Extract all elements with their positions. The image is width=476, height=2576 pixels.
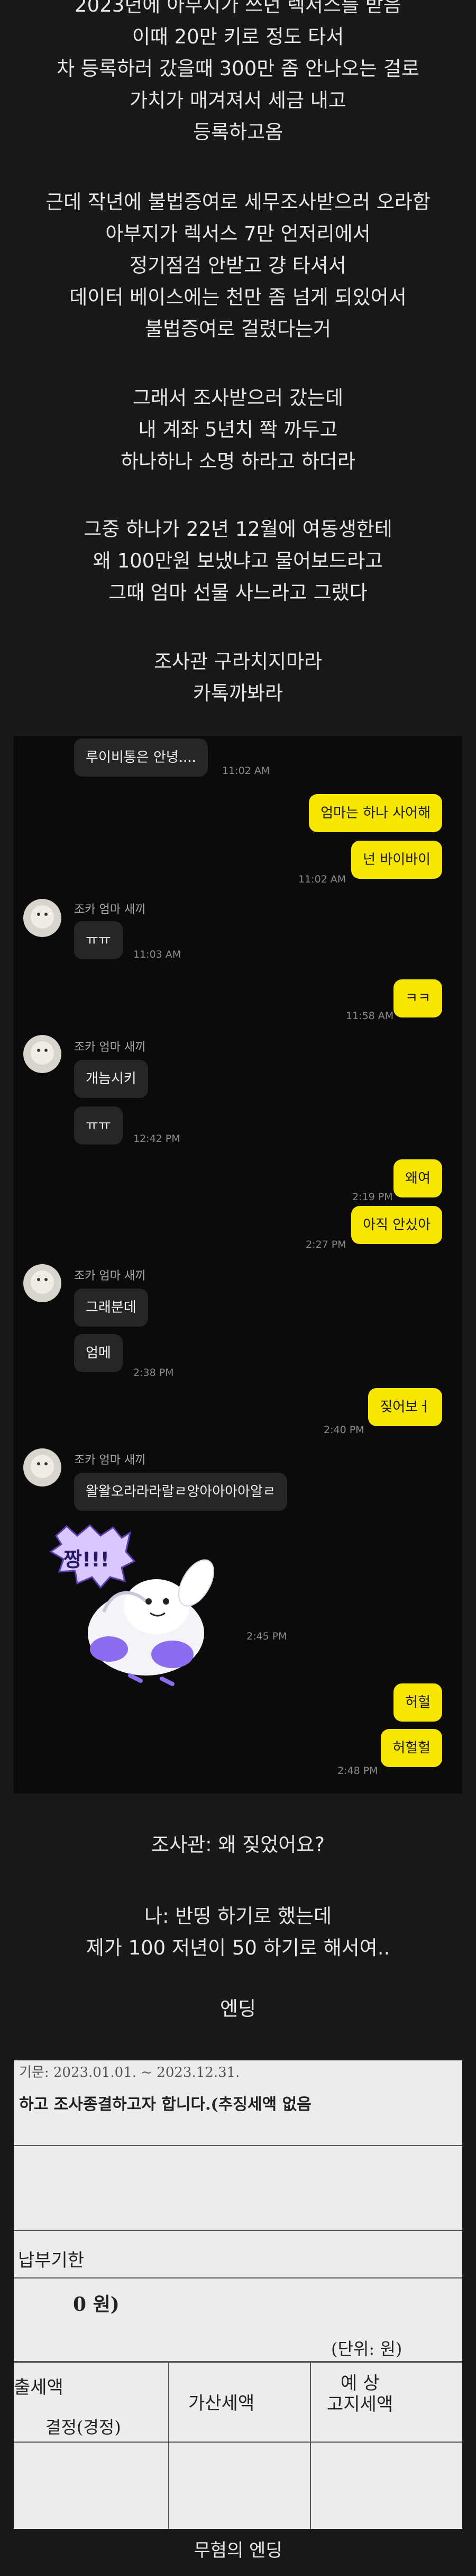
story-line: 이때 20만 키로 정도 타서 xyxy=(132,25,344,48)
chat-timestamp: 11:58 AM xyxy=(346,1010,394,1022)
document-header: 예 상 고지세액 xyxy=(327,2373,393,2415)
story-paragraph-1: 2023년에 아부지가 쓰던 렉서스를 받음 이때 20만 키로 정도 타서 차… xyxy=(0,0,476,148)
avatar xyxy=(23,1264,61,1302)
sender-name: 조카 엄마 새끼 xyxy=(74,1041,146,1054)
story-line: 데이터 베이스에는 천만 좀 넘게 되있어서 xyxy=(69,286,407,309)
story-paragraph-3: 그래서 조사받으러 갔는데 내 계좌 5년치 쫙 까두고 하나하나 소명 하라고… xyxy=(0,382,476,478)
chat-timestamp: 11:03 AM xyxy=(133,949,181,960)
story-paragraph-7: 나: 반띵 하기로 했는데 제가 100 저년이 50 하기로 해서여.. xyxy=(0,1901,476,1964)
chat-timestamp: 12:42 PM xyxy=(133,1133,180,1145)
chat-bubble-sent: 허헐헐 xyxy=(381,1729,442,1767)
story-line: 그래서 조사받으러 갔는데 xyxy=(133,386,343,409)
story-line: 아부지가 렉서스 7만 언저리에서 xyxy=(105,222,371,245)
document-period: 기문: 2023.01.01. ~ 2023.12.31. xyxy=(19,2065,240,2080)
avatar xyxy=(23,899,61,937)
document-unit: (단위: 원) xyxy=(331,2339,402,2359)
story-paragraph-8: 엔딩 xyxy=(0,1993,476,2025)
chat-bubble-sent: 아직 안싰아 xyxy=(351,1206,442,1244)
story-line: 하나하나 소명 하라고 하더라 xyxy=(121,450,355,473)
story-line: 엔딩 xyxy=(219,1997,257,2020)
sender-name: 조카 엄마 새끼 xyxy=(74,1454,146,1467)
chat-bubble-received: 엄메 xyxy=(74,1334,123,1372)
chat-bubble-received: 그래분데 xyxy=(74,1289,148,1327)
document-header: 출세액 xyxy=(14,2377,63,2398)
story-line: 나: 반띵 하기로 했는데 xyxy=(144,1905,332,1928)
story-line: 불법증여로 걸렸다는거 xyxy=(144,318,332,340)
story-line: 조사관: 왜 짖었어요? xyxy=(151,1833,325,1856)
story-line: 차 등록하러 갔을때 300만 좀 안나오는 걸로 xyxy=(57,57,419,80)
story-line: 카톡까봐라 xyxy=(193,682,283,705)
chat-bubble-sent: 엄마는 하나 사어해 xyxy=(309,794,442,832)
story-paragraph-5: 조사관 구라치지마라 카톡까봐라 xyxy=(0,646,476,709)
chat-bubble-sent: 왜여 xyxy=(393,1159,442,1197)
chat-timestamp: 2:45 PM xyxy=(246,1631,287,1642)
story-line: 조사관 구라치지마라 xyxy=(153,650,323,673)
story-line: 그중 하나가 22년 12월에 여동생한테 xyxy=(84,518,392,541)
tax-document-photo: 기문: 2023.01.01. ~ 2023.12.31. 하고 조사종결하고자… xyxy=(14,2060,462,2529)
sticker-text: 짱!!! xyxy=(63,1548,109,1571)
chat-bubble-sent: 짖어보ㅓ xyxy=(368,1388,442,1426)
chat-bubble-sent: ㅋㅋ xyxy=(393,979,442,1017)
story-paragraph-6: 조사관: 왜 짖었어요? xyxy=(0,1829,476,1861)
avatar xyxy=(23,1448,61,1487)
document-payment-deadline: 납부기한 xyxy=(18,2250,85,2271)
story-line: 왜 100만원 보냈냐고 물어보드라고 xyxy=(93,550,383,572)
chat-bubble-sent: 허헐 xyxy=(393,1683,442,1722)
chat-timestamp: 11:02 AM xyxy=(298,873,346,885)
story-line: 정기점검 안받고 걍 타셔서 xyxy=(130,254,346,277)
sender-name: 조카 엄마 새끼 xyxy=(74,903,146,916)
chat-bubble-received: 왈왈오라라라랄ㄹ앙아아아아알ㄹ xyxy=(74,1473,287,1511)
story-paragraph-2: 근데 작년에 불법증여로 세무조사받으러 오라함 아부지가 렉서스 7만 언저리… xyxy=(0,186,476,345)
chat-bubble-sent: 넌 바이바이 xyxy=(351,841,442,879)
chat-bubble-received: ㅠㅠ xyxy=(74,1106,123,1145)
story-line: 등록하고옴 xyxy=(193,121,283,143)
cat-sticker: 짱!!! xyxy=(45,1522,220,1691)
post-page: 2023년에 아부지가 쓰던 렉서스를 받음 이때 20만 키로 정도 타서 차… xyxy=(0,0,476,2576)
story-line: 2023년에 아부지가 쓰던 렉서스를 받음 xyxy=(75,0,401,16)
document-conclusion: 하고 조사종결하고자 합니다.(추징세액 없음 xyxy=(19,2095,312,2114)
chat-timestamp: 2:48 PM xyxy=(337,1765,378,1777)
chat-timestamp: 11:02 AM xyxy=(222,765,270,777)
story-paragraph-4: 그중 하나가 22년 12월에 여동생한테 왜 100만원 보냈냐고 물어보드라… xyxy=(0,514,476,609)
story-line: 내 계좌 5년치 쫙 까두고 xyxy=(138,418,338,441)
story-line: 그때 엄마 선물 사느라고 그랬다 xyxy=(108,581,368,604)
chat-timestamp: 2:40 PM xyxy=(324,1424,364,1436)
story-line: 가치가 매겨져서 세금 내고 xyxy=(130,89,346,112)
document-header: 결정(경정) xyxy=(45,2417,121,2437)
kakaotalk-chat-screenshot: 루이비통은 안녕.... 11:02 AM 엄마는 하나 사어해 넌 바이바이 … xyxy=(14,736,462,1794)
chat-bubble-received: 개늠시키 xyxy=(74,1060,148,1098)
chat-timestamp: 2:19 PM xyxy=(352,1191,393,1203)
sender-name: 조카 엄마 새끼 xyxy=(74,1269,146,1283)
chat-timestamp: 2:27 PM xyxy=(306,1239,346,1250)
avatar xyxy=(23,1035,61,1073)
ending-caption: 무혐의 엔딩 xyxy=(194,2540,282,2561)
story-line: 제가 100 저년이 50 하기로 해서여.. xyxy=(86,1936,390,1959)
chat-timestamp: 2:38 PM xyxy=(133,1367,174,1379)
document-amount: 0 원) xyxy=(73,2293,120,2316)
story-line: 근데 작년에 불법증여로 세무조사받으러 오라함 xyxy=(45,191,431,213)
chat-bubble-received: 루이비통은 안녕.... xyxy=(74,738,208,777)
document-header: 가산세액 xyxy=(188,2393,255,2414)
chat-bubble-received: ㅠㅠ xyxy=(74,921,123,959)
